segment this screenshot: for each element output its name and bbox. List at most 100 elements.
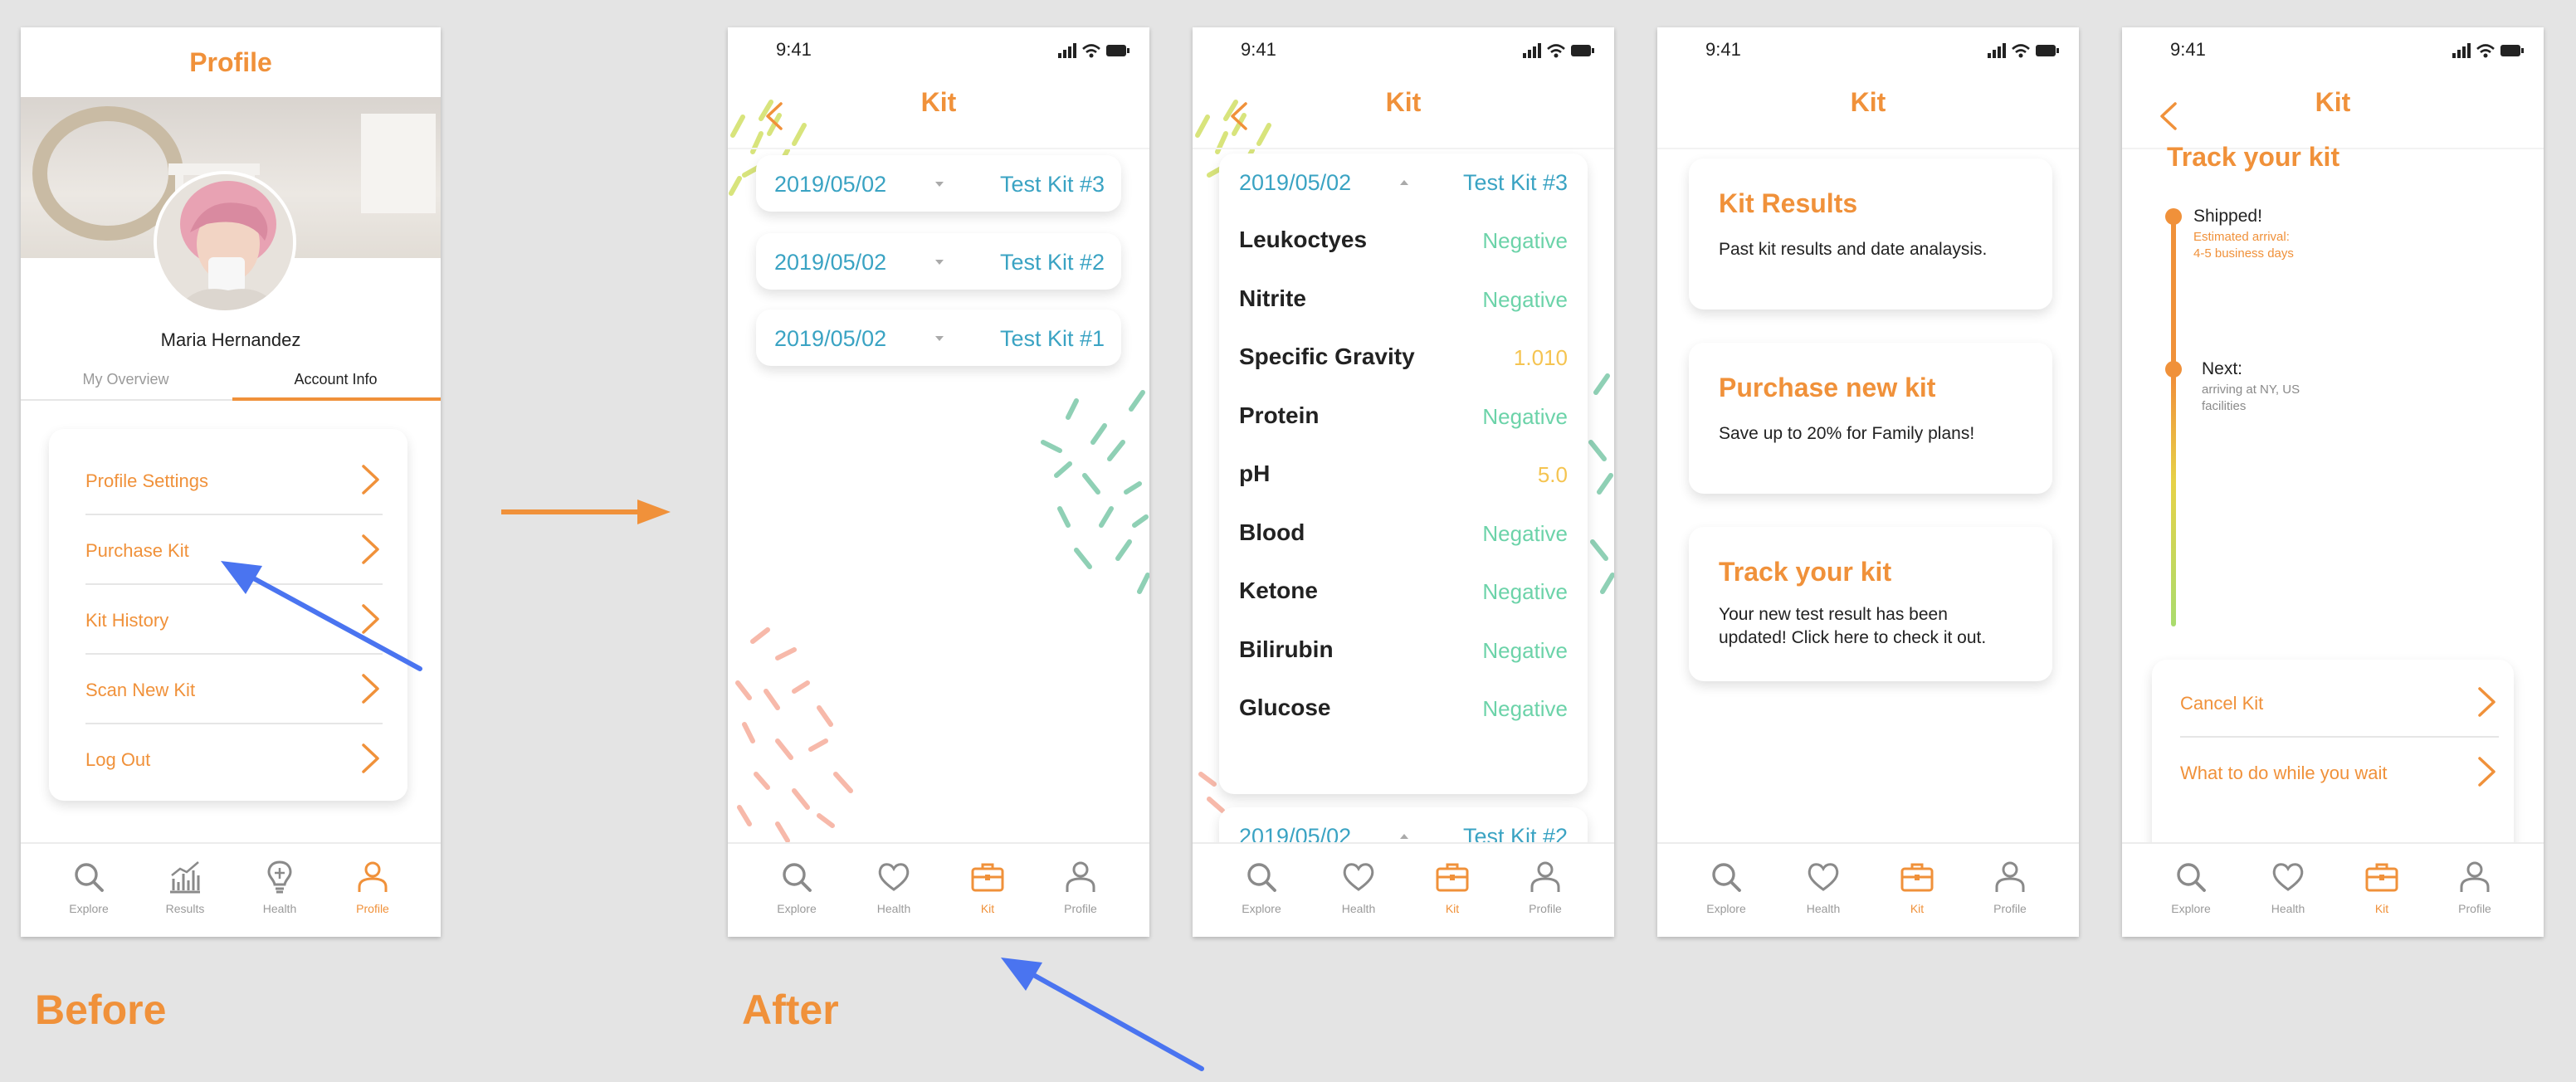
result-name: Ketone bbox=[1239, 578, 1318, 603]
tab-health[interactable]: Health bbox=[234, 859, 325, 915]
kit-row[interactable]: 2019/05/02 Test Kit #3 bbox=[756, 155, 1121, 212]
timeline-dot bbox=[2165, 361, 2182, 378]
timeline-dot bbox=[2165, 208, 2182, 225]
kit-row[interactable]: 2019/05/02 Test Kit #1 bbox=[756, 309, 1121, 366]
purchase-kit-card[interactable]: Purchase new kit Save up to 20% for Fami… bbox=[1689, 343, 2052, 494]
result-value: 5.0 bbox=[1537, 462, 1568, 487]
kit-results-card[interactable]: Kit Results Past kit results and date an… bbox=[1689, 158, 2052, 309]
result-name: Protein bbox=[1239, 402, 1320, 428]
kit-box-icon bbox=[1899, 859, 1935, 895]
timeline-step-detail: facilities bbox=[2202, 399, 2247, 413]
tab-kit[interactable]: Kit bbox=[942, 859, 1033, 915]
bottom-tab-bar: Explore Health Kit Profile bbox=[2122, 842, 2544, 937]
tab-profile[interactable]: Profile bbox=[1500, 859, 1591, 915]
page-title: Kit bbox=[920, 87, 957, 117]
track-kit-card[interactable]: Track your kit Your new test result has … bbox=[1689, 527, 2052, 681]
result-name: Leukoctyes bbox=[1239, 227, 1368, 252]
chevron-right-icon bbox=[361, 464, 381, 495]
bottom-tab-bar: Explore Health Kit Profile bbox=[1657, 842, 2079, 937]
avatar-image bbox=[157, 174, 293, 310]
search-icon bbox=[2173, 859, 2209, 895]
menu-item-log-out[interactable]: Log Out bbox=[85, 724, 383, 794]
tab-my-overview[interactable]: My Overview bbox=[21, 371, 231, 388]
bottom-tab-bar: Explore Results Health Profile bbox=[21, 842, 441, 937]
tab-kit[interactable]: Kit bbox=[1407, 859, 1498, 915]
lightbulb-icon bbox=[261, 859, 298, 895]
timeline-step-detail: 4-5 business days bbox=[2193, 246, 2294, 261]
timeline-line bbox=[2171, 217, 2176, 626]
profile-screen: Profile Maria Hernandez My Overview Acco… bbox=[21, 27, 441, 937]
result-row: Glucose Negative bbox=[1239, 678, 1568, 736]
caption-after: After bbox=[742, 987, 839, 1033]
chevron-right-icon bbox=[361, 743, 381, 774]
tab-explore[interactable]: Explore bbox=[1216, 859, 1307, 915]
results-header[interactable]: 2019/05/02 Test Kit #3 bbox=[1219, 154, 1588, 210]
pointer-arrow-icon bbox=[1001, 958, 1204, 1071]
timeline-step-label: Shipped! bbox=[2193, 207, 2262, 226]
cancel-kit-button[interactable]: Cancel Kit bbox=[2180, 668, 2499, 738]
tab-health[interactable]: Health bbox=[2242, 859, 2334, 915]
kit-list-screen: 9:41 Kit 2019/05/02 Test Kit #3 2019/05/… bbox=[728, 27, 1149, 937]
result-row: Ketone Negative bbox=[1239, 561, 1568, 619]
caption-before: Before bbox=[35, 987, 167, 1033]
chart-icon bbox=[167, 859, 203, 895]
caret-down-icon bbox=[934, 181, 944, 188]
result-value: Negative bbox=[1482, 286, 1568, 312]
tab-health[interactable]: Health bbox=[1313, 859, 1404, 915]
kit-box-icon bbox=[1434, 859, 1471, 895]
tab-explore[interactable]: Explore bbox=[751, 859, 842, 915]
chevron-right-icon bbox=[361, 673, 381, 704]
result-value: Negative bbox=[1482, 579, 1568, 604]
status-bar: 9:41 bbox=[1193, 27, 1614, 77]
status-icons bbox=[1986, 41, 2061, 60]
person-icon bbox=[2456, 859, 2493, 895]
menu-item-scan-new-kit[interactable]: Scan New Kit bbox=[85, 655, 383, 724]
person-icon bbox=[1992, 859, 2028, 895]
result-name: Nitrite bbox=[1239, 285, 1306, 311]
tab-health[interactable]: Health bbox=[848, 859, 939, 915]
tab-explore[interactable]: Explore bbox=[43, 859, 134, 915]
caret-up-icon bbox=[1399, 179, 1409, 186]
heart-icon bbox=[1340, 859, 1377, 895]
tab-kit[interactable]: Kit bbox=[1871, 859, 1963, 915]
heart-icon bbox=[2270, 859, 2306, 895]
tab-profile[interactable]: Profile bbox=[327, 859, 418, 915]
menu-item-purchase-kit[interactable]: Purchase Kit bbox=[85, 515, 383, 585]
tab-profile[interactable]: Profile bbox=[2429, 859, 2520, 915]
tab-explore[interactable]: Explore bbox=[1681, 859, 1772, 915]
tab-health[interactable]: Health bbox=[1778, 859, 1869, 915]
result-value: Negative bbox=[1482, 637, 1568, 663]
results-list: Leukoctyes Negative Nitrite Negative Specifi… bbox=[1219, 210, 1588, 791]
result-value: Negative bbox=[1482, 696, 1568, 721]
caret-up-icon bbox=[1399, 833, 1409, 840]
search-icon bbox=[1243, 859, 1280, 895]
tab-results[interactable]: Results bbox=[139, 859, 231, 915]
timeline-step-label: Next: bbox=[2202, 359, 2243, 378]
tab-account-info[interactable]: Account Info bbox=[231, 371, 441, 388]
flow-arrow-icon bbox=[501, 500, 671, 524]
result-row: Blood Negative bbox=[1239, 503, 1568, 561]
avatar[interactable] bbox=[154, 171, 296, 314]
tab-active-indicator bbox=[232, 397, 441, 401]
bottom-tab-bar: Explore Health Kit Profile bbox=[728, 842, 1149, 937]
menu-item-kit-history[interactable]: Kit History bbox=[85, 585, 383, 655]
header-divider bbox=[1193, 148, 1614, 149]
track-kit-screen: 9:41 Kit Track your kit Shipped! Estimat… bbox=[2122, 27, 2544, 937]
account-menu-card: Profile Settings Purchase Kit Kit Histor… bbox=[49, 429, 407, 801]
tab-profile[interactable]: Profile bbox=[1964, 859, 2056, 915]
kit-box-icon bbox=[969, 859, 1006, 895]
chevron-right-icon bbox=[2477, 686, 2497, 718]
what-to-do-button[interactable]: What to do while you wait bbox=[2180, 738, 2499, 807]
heart-icon bbox=[1805, 859, 1842, 895]
kit-row[interactable]: 2019/05/02 Test Kit #2 bbox=[756, 233, 1121, 290]
result-row: Nitrite Negative bbox=[1239, 269, 1568, 327]
menu-item-profile-settings[interactable]: Profile Settings bbox=[85, 446, 383, 515]
tab-kit[interactable]: Kit bbox=[2336, 859, 2427, 915]
timeline-step-detail: Estimated arrival: bbox=[2193, 230, 2290, 244]
tab-explore[interactable]: Explore bbox=[2145, 859, 2237, 915]
tab-profile[interactable]: Profile bbox=[1035, 859, 1126, 915]
kit-home-screen: 9:41 Kit Kit Results Past kit results an… bbox=[1657, 27, 2079, 937]
result-row: Specific Gravity 1.010 bbox=[1239, 327, 1568, 385]
chevron-right-icon bbox=[361, 603, 381, 635]
timeline-step-detail: arriving at NY, US bbox=[2202, 383, 2300, 397]
